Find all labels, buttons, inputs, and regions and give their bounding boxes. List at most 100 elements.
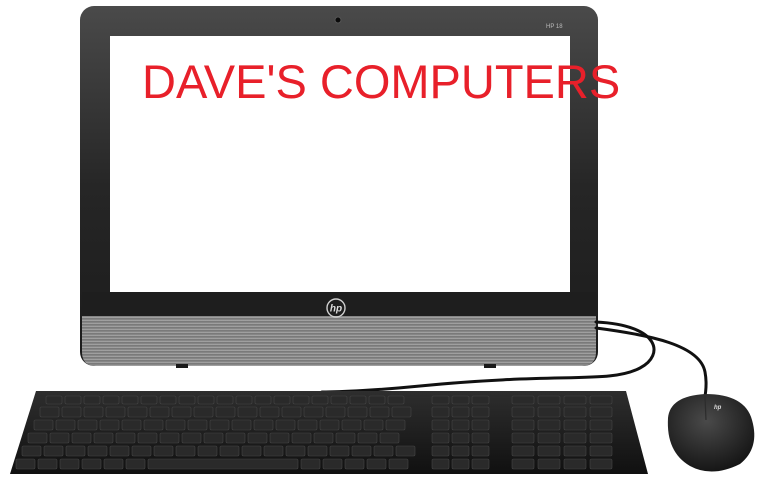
nav-key [431,458,450,470]
keyboard-key [388,458,409,470]
keyboard-key [64,395,82,405]
keyboard-key [131,445,152,457]
nav-key [451,432,470,444]
keyboard-key [344,458,365,470]
numpad-key [511,406,535,418]
keyboard-key [329,445,350,457]
numpad-key [537,432,561,444]
keyboard-key [225,432,246,444]
keyboard-key [37,458,58,470]
nav-key [451,406,470,418]
keyboard-key [379,432,400,444]
keyboard-key [363,419,384,431]
keyboard-key [203,432,224,444]
keyboard-key [43,445,64,457]
keyboard-key [263,445,284,457]
keyboard-key [253,419,274,431]
keyboard-key [269,432,290,444]
keyboard-key [347,406,368,418]
keyboard-key [55,419,76,431]
keyboard-key [115,432,136,444]
speaker-grille [82,312,596,366]
keyboard-key [39,406,60,418]
keyboard-key [83,406,104,418]
keyboard-key [65,445,86,457]
keyboard-key [77,419,98,431]
numpad-key [563,432,587,444]
keyboard-key [335,432,356,444]
keyboard-key [322,458,343,470]
keyboard-key [121,419,142,431]
numpad-key [537,419,561,431]
keyboard-key [231,419,252,431]
keyboard-key [341,419,362,431]
numpad-key [563,395,587,405]
keyboard-key [385,419,406,431]
keyboard-key [219,445,240,457]
keyboard-key [311,395,329,405]
nav-key [451,445,470,457]
keyboard-key [121,395,139,405]
nav-key [471,395,490,405]
keyboard-key [33,419,54,431]
numpad-key [511,445,535,457]
nav-key [471,419,490,431]
keyboard-key [325,406,346,418]
nav-key [451,395,470,405]
keyboard-key [237,406,258,418]
numpad-key [511,458,535,470]
keyboard-key [127,406,148,418]
keyboard-key [241,445,262,457]
keyboard-key [193,406,214,418]
numpad-key [537,458,561,470]
mouse: hp [667,394,755,472]
keyboard-key [387,395,405,405]
nav-key [431,406,450,418]
keyboard-key [93,432,114,444]
numpad-key [563,419,587,431]
keyboard-key [313,432,334,444]
nav-key [471,458,490,470]
keyboard-key [140,395,158,405]
keyboard-key [247,432,268,444]
keyboard-key [178,395,196,405]
keyboard-key [109,445,130,457]
numpad-key [589,419,613,431]
keyboard-key [153,445,174,457]
keyboard-key [147,458,299,470]
keyboard-key [83,395,101,405]
keyboard-key [159,432,180,444]
keyboard-key [300,458,321,470]
numpad-key [563,458,587,470]
keyboard-key [366,458,387,470]
keyboard-key [307,445,328,457]
numpad-key [563,445,587,457]
numpad-key [537,406,561,418]
nav-key [431,432,450,444]
keyboard-key [165,419,186,431]
keyboard-key [187,419,208,431]
keyboard-key [197,445,218,457]
numpad-key [537,395,561,405]
keyboard-key [125,458,146,470]
keyboard-key [21,445,42,457]
keyboard-key [373,445,394,457]
keyboard-key [349,395,367,405]
keyboard-key [303,406,324,418]
keyboard-key [102,395,120,405]
numpad-key [589,395,613,405]
monitor-foot-right [484,364,496,368]
keyboard-key [59,458,80,470]
keyboard-key [319,419,340,431]
keyboard-key [391,406,412,418]
hp-logo-text: hp [330,304,342,315]
numpad-key [563,406,587,418]
keyboard-key [15,458,36,470]
keyboard-key [215,406,236,418]
numpad-key [589,406,613,418]
keyboard-key [181,432,202,444]
nav-key [431,445,450,457]
nav-key [471,432,490,444]
keyboard-key [27,432,48,444]
mouse-body [667,394,755,472]
